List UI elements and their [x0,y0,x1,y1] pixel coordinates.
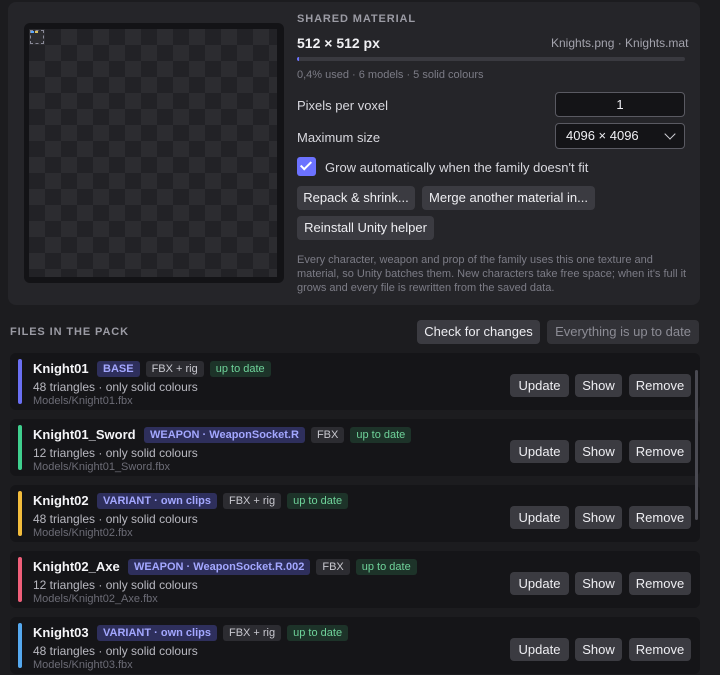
grow-automatically-checkbox[interactable] [297,157,316,176]
color-swatch [31,31,34,33]
file-card: Knight03 VARIANT · own clips FBX + rig up t… [10,617,700,674]
pixels-per-voxel-label: Pixels per voxel [297,98,389,113]
update-button[interactable]: Update [510,506,569,529]
maximum-size-label: Maximum size [297,130,381,145]
role-tag: BASE [97,361,140,377]
file-info: 48 triangles · only solid colours [33,512,198,526]
usage-progress-bar [297,57,685,61]
show-button[interactable]: Show [575,506,622,529]
file-tags: BASE FBX + rig up to date [97,361,271,377]
merge-material-button[interactable]: Merge another material in... [422,186,595,210]
file-path: Models/Knight03.fbx [33,659,133,671]
file-accent-bar [18,491,22,536]
format-tag: FBX [316,559,350,575]
checkmark-icon [299,158,313,171]
remove-button[interactable]: Remove [629,440,691,463]
file-info: 48 triangles · only solid colours [33,380,198,394]
file-accent-bar [18,425,22,470]
update-button[interactable]: Update [510,638,569,661]
file-card: Knight01_Sword WEAPON · WeaponSocket.R FBX… [10,419,700,476]
update-button[interactable]: Update [510,572,569,595]
file-accent-bar [18,359,22,404]
file-list-scrollbar[interactable] [695,370,698,520]
grow-automatically-label: Grow automatically when the family doesn… [325,160,589,175]
status-tag: up to date [287,493,349,509]
role-tag: VARIANT · own clips [97,493,217,509]
remove-button[interactable]: Remove [629,638,691,661]
file-name: Knight02_Axe [33,559,120,574]
show-button[interactable]: Show [575,572,622,595]
file-path: Models/Knight02_Axe.fbx [33,593,158,605]
shared-material-heading: SHARED MATERIAL [297,13,417,25]
file-tags: VARIANT · own clips FBX + rig up to date [97,625,349,641]
check-for-changes-button[interactable]: Check for changes [417,320,540,344]
role-tag: VARIANT · own clips [97,625,217,641]
up-to-date-status-button: Everything is up to date [547,320,699,344]
remove-button[interactable]: Remove [629,374,691,397]
format-tag: FBX [310,427,345,443]
file-info: 12 triangles · only solid colours [33,446,198,460]
file-name: Knight01_Sword [33,427,136,442]
file-card: Knight01 BASE FBX + rig up to date 48 triang… [10,353,700,410]
status-tag: up to date [350,427,412,443]
remove-button[interactable]: Remove [629,506,691,529]
remove-button[interactable]: Remove [629,572,691,595]
files-in-pack-heading: FILES IN THE PACK [10,326,129,338]
texture-atlas-checkerboard [29,29,277,277]
maximum-size-value: 4096 × 4096 [566,128,639,143]
show-button[interactable]: Show [575,440,622,463]
color-swatch [35,31,38,33]
file-tags: WEAPON · WeaponSocket.R FBX up to date [144,427,412,443]
file-path: Models/Knight01.fbx [33,395,133,407]
file-name: Knight02 [33,493,89,508]
usage-progress-fill [297,57,300,61]
file-card: Knight02 VARIANT · own clips FBX + rig up t… [10,485,700,542]
texture-size: 512 × 512 px [297,35,380,51]
format-tag: FBX + rig [222,625,282,641]
file-path: Models/Knight01_Sword.fbx [33,461,170,473]
file-info: 12 triangles · only solid colours [33,578,198,592]
file-accent-bar [18,557,22,602]
show-button[interactable]: Show [575,374,622,397]
file-info: 48 triangles · only solid colours [33,644,198,658]
file-name: Knight03 [33,625,89,640]
file-name: Knight01 [33,361,89,376]
file-list: Knight01 BASE FBX + rig up to date 48 triang… [8,350,700,675]
file-tags: WEAPON · WeaponSocket.R.002 FBX up to date [128,559,417,575]
format-tag: FBX + rig [145,361,204,377]
chevron-down-icon [664,128,676,140]
repack-shrink-button[interactable]: Repack & shrink... [297,186,415,210]
status-tag: up to date [209,361,271,377]
reinstall-unity-helper-button[interactable]: Reinstall Unity helper [297,216,434,240]
material-description: Every character, weapon and prop of the … [297,254,687,294]
file-path: Models/Knight02.fbx [33,527,133,539]
file-tags: VARIANT · own clips FBX + rig up to date [97,493,349,509]
material-file-names: Knights.png · Knights.mat [551,36,689,50]
file-accent-bar [18,623,22,668]
pixels-per-voxel-input[interactable]: 1 [555,92,685,117]
file-card: Knight02_Axe WEAPON · WeaponSocket.R.002 F… [10,551,700,608]
role-tag: WEAPON · WeaponSocket.R.002 [128,559,311,575]
status-tag: up to date [355,559,417,575]
show-button[interactable]: Show [575,638,622,661]
update-button[interactable]: Update [510,374,569,397]
update-button[interactable]: Update [510,440,569,463]
status-tag: up to date [287,625,349,641]
role-tag: WEAPON · WeaponSocket.R [144,427,305,443]
material-stats: 0,4% used · 6 models · 5 solid colours [297,69,484,81]
maximum-size-select[interactable]: 4096 × 4096 [555,123,685,149]
format-tag: FBX + rig [222,493,282,509]
